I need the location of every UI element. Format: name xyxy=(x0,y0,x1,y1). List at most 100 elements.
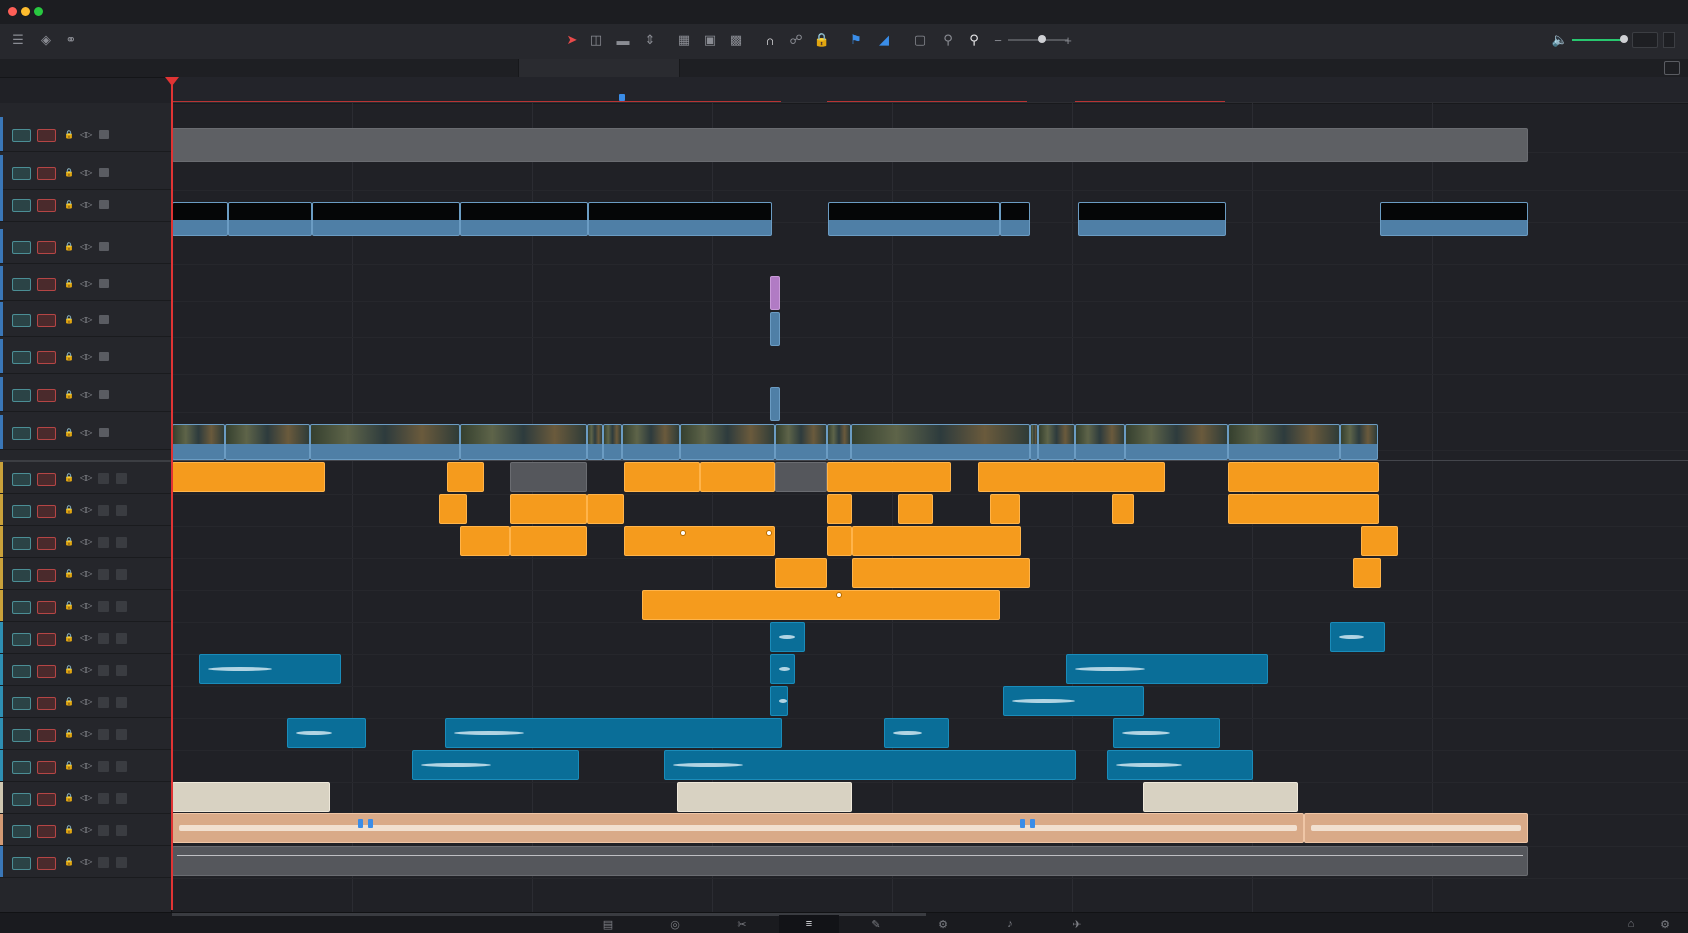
mute-button[interactable] xyxy=(116,504,127,516)
track-enable-button[interactable] xyxy=(12,167,31,180)
solo-button[interactable] xyxy=(98,792,109,804)
track-destination-button[interactable] xyxy=(37,728,56,742)
lock-icon[interactable]: 🔒 xyxy=(64,696,74,708)
auto-select-icon[interactable]: ◁▷ xyxy=(80,351,92,363)
auto-select-icon[interactable]: ◁▷ xyxy=(80,728,92,740)
video-clip[interactable] xyxy=(851,424,1030,460)
deliver-page-icon[interactable]: ✈ xyxy=(1047,915,1107,933)
zoom-out-icon[interactable]: − xyxy=(990,32,1006,48)
track-destination-button[interactable] xyxy=(37,389,56,402)
audio-clip[interactable] xyxy=(1107,750,1253,780)
lock-icon[interactable]: 🔒 xyxy=(64,129,74,141)
lock-icon[interactable]: 🔒 xyxy=(64,856,74,868)
solo-button[interactable] xyxy=(98,824,109,836)
auto-select-icon[interactable]: ◁▷ xyxy=(80,824,92,836)
color-page-icon[interactable]: ✎ xyxy=(846,915,906,933)
audio-clip[interactable] xyxy=(770,686,788,716)
lock-icon[interactable]: 🔒 xyxy=(64,472,74,484)
audio-clip[interactable] xyxy=(172,846,1528,876)
media-page-icon[interactable]: ▤ xyxy=(578,915,638,933)
clip-marker[interactable] xyxy=(358,819,363,828)
track-destination-button[interactable] xyxy=(37,856,56,870)
track-visibility-icon[interactable] xyxy=(99,279,109,288)
track-enable-button[interactable] xyxy=(12,241,31,254)
maximize-window-button[interactable] xyxy=(34,7,43,16)
track-destination-button[interactable] xyxy=(37,568,56,582)
lock-icon[interactable]: 🔒 xyxy=(64,314,74,326)
track-visibility-icon[interactable] xyxy=(99,130,109,139)
microphone-icon[interactable]: ⚭ xyxy=(63,32,79,48)
snapping-icon[interactable]: ∩ xyxy=(762,32,778,48)
lock-icon[interactable]: 🔒 xyxy=(64,351,74,363)
lock-icon[interactable]: 🔒 xyxy=(64,167,74,179)
auto-select-icon[interactable]: ◁▷ xyxy=(80,536,92,548)
video-clip[interactable] xyxy=(1078,202,1226,236)
timeline-marker[interactable] xyxy=(619,94,625,101)
compound-clip[interactable] xyxy=(770,276,780,310)
track-destination-button[interactable] xyxy=(37,241,56,254)
video-clip[interactable] xyxy=(228,202,312,236)
auto-select-icon[interactable]: ◁▷ xyxy=(80,600,92,612)
track-enable-button[interactable] xyxy=(12,760,31,774)
solo-button[interactable] xyxy=(98,504,109,516)
auto-select-icon[interactable]: ◁▷ xyxy=(80,427,92,439)
audio-clip[interactable] xyxy=(439,494,467,524)
audio-clip[interactable] xyxy=(990,494,1020,524)
video-clip[interactable] xyxy=(225,424,310,460)
audio-clip[interactable] xyxy=(510,526,587,556)
mute-button[interactable] xyxy=(116,792,127,804)
track-destination-button[interactable] xyxy=(37,696,56,710)
track-destination-button[interactable] xyxy=(37,504,56,518)
audio-clip[interactable] xyxy=(775,558,827,588)
mute-button[interactable] xyxy=(116,856,127,868)
audio-clip[interactable] xyxy=(770,654,795,684)
audio-clip[interactable] xyxy=(460,526,510,556)
flag-icon[interactable]: ⚑ xyxy=(848,32,864,48)
trim-icon[interactable]: ◫ xyxy=(588,32,604,48)
solo-button[interactable] xyxy=(98,568,109,580)
home-icon[interactable]: ⌂ xyxy=(1616,915,1646,933)
insert-icon[interactable]: ▦ xyxy=(676,32,692,48)
blade-icon[interactable]: ▬ xyxy=(615,32,631,48)
track-enable-button[interactable] xyxy=(12,600,31,614)
keyframe-dot[interactable] xyxy=(680,530,686,536)
track-enable-button[interactable] xyxy=(12,856,31,870)
mute-button[interactable] xyxy=(116,728,127,740)
speaker-icon[interactable]: 🔈 xyxy=(1552,32,1568,48)
auto-select-icon[interactable]: ◁▷ xyxy=(80,632,92,644)
video-clip[interactable] xyxy=(775,424,827,460)
playhead-handle[interactable] xyxy=(165,77,179,86)
video-clip[interactable] xyxy=(310,424,460,460)
solo-button[interactable] xyxy=(98,664,109,676)
solo-button[interactable] xyxy=(98,632,109,644)
mute-button[interactable] xyxy=(116,760,127,772)
track-destination-button[interactable] xyxy=(37,351,56,364)
lock-icon[interactable]: 🔒 xyxy=(64,427,74,439)
timeline-tracks[interactable] xyxy=(172,103,1688,912)
auto-select-icon[interactable]: ◁▷ xyxy=(80,472,92,484)
mute-button[interactable] xyxy=(116,696,127,708)
track-destination-button[interactable] xyxy=(37,824,56,838)
video-clip[interactable] xyxy=(827,424,851,460)
track-enable-button[interactable] xyxy=(12,199,31,212)
zoom-in-icon[interactable]: + xyxy=(1060,32,1076,48)
title-clip[interactable] xyxy=(172,128,1528,162)
timecode-ruler[interactable] xyxy=(171,77,1688,104)
track-destination-button[interactable] xyxy=(37,664,56,678)
zoom-slider-handle[interactable] xyxy=(1038,35,1046,43)
lock-icon[interactable]: 🔒 xyxy=(64,728,74,740)
auto-select-icon[interactable]: ◁▷ xyxy=(80,696,92,708)
lock-icon[interactable]: 🔒 xyxy=(64,568,74,580)
track-visibility-icon[interactable] xyxy=(99,242,109,251)
video-clip[interactable] xyxy=(603,424,622,460)
video-clip[interactable] xyxy=(460,424,587,460)
close-window-button[interactable] xyxy=(8,7,17,16)
video-clip[interactable] xyxy=(460,202,588,236)
solo-button[interactable] xyxy=(98,728,109,740)
replace-icon[interactable]: ▩ xyxy=(728,32,744,48)
solo-button[interactable] xyxy=(98,856,109,868)
position-lock-icon[interactable]: 🔒 xyxy=(814,32,830,48)
auto-select-icon[interactable]: ◁▷ xyxy=(80,241,92,253)
track-visibility-icon[interactable] xyxy=(99,200,109,209)
video-clip[interactable] xyxy=(770,312,780,346)
